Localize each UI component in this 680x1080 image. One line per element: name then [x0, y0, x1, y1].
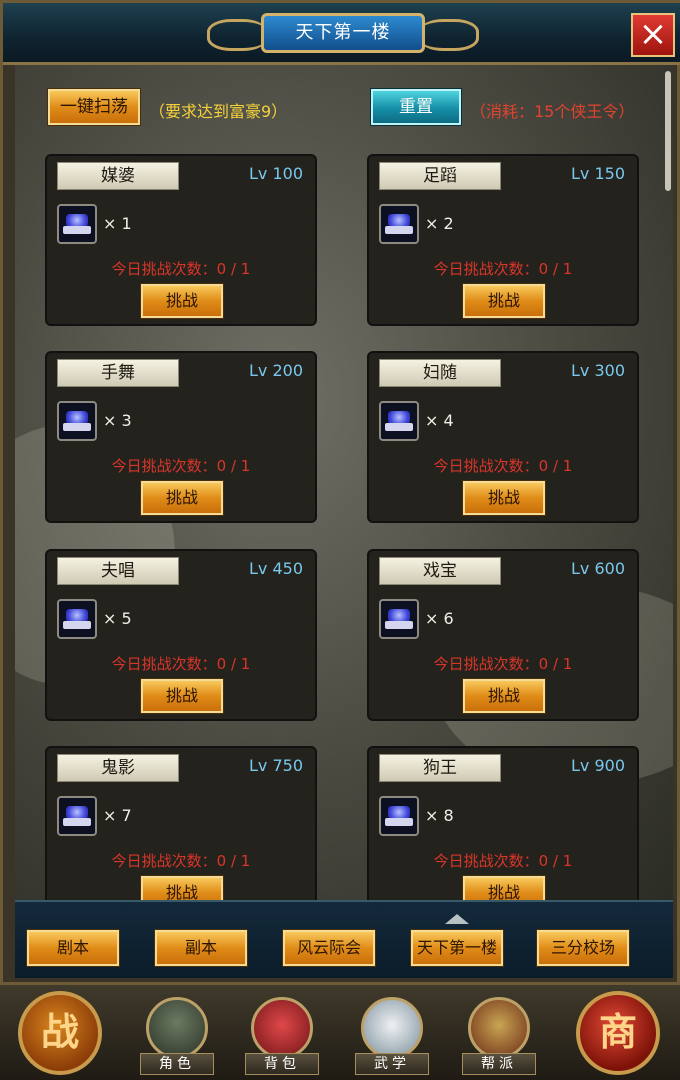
tab-arena[interactable]: 三分校场: [537, 930, 629, 966]
reward-item-slot[interactable]: [379, 599, 419, 639]
nav-role[interactable]: 角色: [140, 997, 214, 1075]
sweep-button[interactable]: 一键扫荡: [48, 89, 140, 125]
floor-card: 媒婆 Lv 100 × 1 今日挑战次数：0 / 1 挑战: [45, 154, 317, 326]
title-plate: 天下第一楼: [207, 11, 479, 57]
bag-icon: [251, 997, 313, 1059]
floor-card: 夫唱 Lv 450 × 5 今日挑战次数：0 / 1 挑战: [45, 549, 317, 721]
reward-item-slot[interactable]: [379, 401, 419, 441]
challenge-count: 今日挑战次数：0 / 1: [433, 260, 573, 278]
challenge-button[interactable]: 挑战: [141, 481, 223, 515]
nav-martial[interactable]: 武学: [355, 997, 429, 1075]
active-tab-indicator-icon: [445, 914, 469, 924]
level-requirement: Lv 900: [570, 756, 625, 775]
opponent-name: 媒婆: [57, 162, 179, 190]
floor-card: 妇随 Lv 300 × 4 今日挑战次数：0 / 1 挑战: [367, 351, 639, 523]
tab-dungeon[interactable]: 副本: [155, 930, 247, 966]
opponent-name: 鬼影: [57, 754, 179, 782]
reward-item-slot[interactable]: [57, 204, 97, 244]
ornament-left: [207, 19, 267, 51]
guild-icon: [468, 997, 530, 1059]
battle-button[interactable]: 战: [18, 991, 102, 1075]
sweep-requirement: （要求达到富豪9）: [149, 102, 288, 121]
opponent-name: 足蹈: [379, 162, 501, 190]
nav-guild-label: 帮派: [462, 1053, 536, 1075]
bottom-nav: 战 角色 背包 武学 帮派 商: [0, 985, 680, 1080]
tab-script[interactable]: 剧本: [27, 930, 119, 966]
main-panel: 一键扫荡 （要求达到富豪9） 重置 （消耗：15个侠王令） 媒婆 Lv 100 …: [15, 65, 673, 900]
opponent-name: 戏宝: [379, 557, 501, 585]
opponent-name: 手舞: [57, 359, 179, 387]
floor-card: 手舞 Lv 200 × 3 今日挑战次数：0 / 1 挑战: [45, 351, 317, 523]
opponent-name: 狗王: [379, 754, 501, 782]
level-requirement: Lv 300: [570, 361, 625, 380]
reward-quantity: × 2: [425, 214, 454, 233]
tab-tower[interactable]: 天下第一楼: [411, 930, 503, 966]
reward-item-slot[interactable]: [57, 796, 97, 836]
floor-card: 戏宝 Lv 600 × 6 今日挑战次数：0 / 1 挑战: [367, 549, 639, 721]
challenge-count: 今日挑战次数：0 / 1: [433, 457, 573, 475]
nav-bag-label: 背包: [245, 1053, 319, 1075]
gem-icon: [63, 411, 91, 431]
level-requirement: Lv 600: [570, 559, 625, 578]
role-icon: [146, 997, 208, 1059]
reward-quantity: × 4: [425, 411, 454, 430]
challenge-button[interactable]: 挑战: [463, 481, 545, 515]
reward-quantity: × 6: [425, 609, 454, 628]
reward-quantity: × 7: [103, 806, 132, 825]
reward-item-slot[interactable]: [57, 401, 97, 441]
challenge-button[interactable]: 挑战: [141, 284, 223, 318]
opponent-name: 夫唱: [57, 557, 179, 585]
nav-bag[interactable]: 背包: [245, 997, 319, 1075]
reward-quantity: × 5: [103, 609, 132, 628]
reward-item-slot[interactable]: [379, 204, 419, 244]
challenge-count: 今日挑战次数：0 / 1: [111, 852, 251, 870]
challenge-count: 今日挑战次数：0 / 1: [111, 655, 251, 673]
gem-icon: [385, 214, 413, 234]
challenge-count: 今日挑战次数：0 / 1: [111, 260, 251, 278]
gem-icon: [63, 806, 91, 826]
floor-card: 足蹈 Lv 150 × 2 今日挑战次数：0 / 1 挑战: [367, 154, 639, 326]
gem-icon: [385, 411, 413, 431]
challenge-button[interactable]: 挑战: [141, 876, 223, 900]
nav-martial-label: 武学: [355, 1053, 429, 1075]
opponent-name: 妇随: [379, 359, 501, 387]
reward-quantity: × 8: [425, 806, 454, 825]
reward-quantity: × 3: [103, 411, 132, 430]
window-frame: 天下第一楼 × 一键扫荡 （要求达到富豪9） 重置 （消耗：15个侠王令） 媒婆…: [0, 0, 680, 985]
level-requirement: Lv 750: [248, 756, 303, 775]
nav-guild[interactable]: 帮派: [462, 997, 536, 1075]
floor-card: 狗王 Lv 900 × 8 今日挑战次数：0 / 1 挑战: [367, 746, 639, 900]
level-requirement: Lv 450: [248, 559, 303, 578]
challenge-button[interactable]: 挑战: [463, 876, 545, 900]
gem-icon: [63, 214, 91, 234]
close-button[interactable]: ×: [631, 13, 675, 57]
reward-item-slot[interactable]: [379, 796, 419, 836]
level-requirement: Lv 200: [248, 361, 303, 380]
challenge-button[interactable]: 挑战: [463, 284, 545, 318]
challenge-count: 今日挑战次数：0 / 1: [433, 655, 573, 673]
level-requirement: Lv 100: [248, 164, 303, 183]
challenge-button[interactable]: 挑战: [463, 679, 545, 713]
level-requirement: Lv 150: [570, 164, 625, 183]
challenge-count: 今日挑战次数：0 / 1: [111, 457, 251, 475]
window-title: 天下第一楼: [261, 13, 425, 53]
reward-item-slot[interactable]: [57, 599, 97, 639]
gem-icon: [385, 609, 413, 629]
reset-cost: （消耗：15个侠王令）: [470, 102, 635, 121]
reward-quantity: × 1: [103, 214, 132, 233]
tab-fengyun[interactable]: 风云际会: [283, 930, 375, 966]
scrollbar[interactable]: [665, 71, 671, 191]
challenge-count: 今日挑战次数：0 / 1: [433, 852, 573, 870]
reset-button[interactable]: 重置: [371, 89, 461, 125]
shop-button[interactable]: 商: [576, 991, 660, 1075]
martial-book-icon: [361, 997, 423, 1059]
gem-icon: [385, 806, 413, 826]
gem-icon: [63, 609, 91, 629]
floor-card: 鬼影 Lv 750 × 7 今日挑战次数：0 / 1 挑战: [45, 746, 317, 900]
title-bar: 天下第一楼 ×: [3, 3, 680, 65]
nav-role-label: 角色: [140, 1053, 214, 1075]
challenge-button[interactable]: 挑战: [141, 679, 223, 713]
ornament-right: [419, 19, 479, 51]
mode-tab-bar: 剧本 副本 风云际会 天下第一楼 三分校场: [15, 900, 673, 978]
